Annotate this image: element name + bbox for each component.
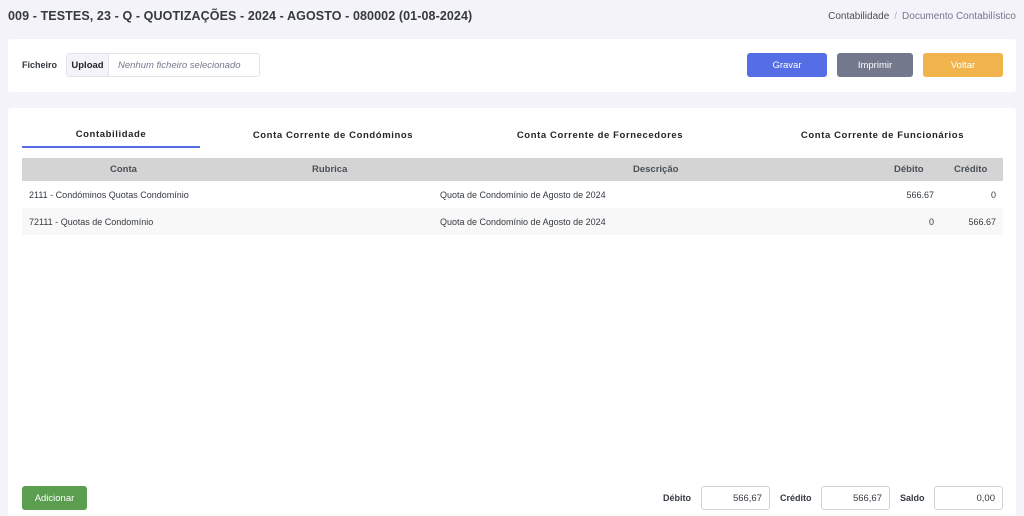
file-actions-card: Ficheiro Upload Nenhum ficheiro selecion… [8, 39, 1016, 92]
cell-debito: 0 [928, 217, 934, 227]
total-credito-field[interactable]: 566,67 [821, 486, 890, 510]
gravar-button[interactable]: Gravar [747, 53, 827, 77]
tab-contabilidade[interactable]: Contabilidade [22, 122, 200, 148]
tab-conta-corrente-fornecedores[interactable]: Conta Corrente de Fornecedores [488, 122, 712, 148]
page-title: 009 - TESTES, 23 - Q - QUOTIZAÇÕES - 202… [8, 9, 473, 23]
tab-conta-corrente-condominos[interactable]: Conta Corrente de Condóminos [222, 122, 444, 148]
saldo-field[interactable]: 0,00 [934, 486, 1003, 510]
cell-descricao: Quota de Condomínio de Agosto de 2024 [440, 217, 606, 227]
cell-descricao: Quota de Condomínio de Agosto de 2024 [440, 190, 606, 200]
cell-conta: 2111 - Condóminos Quotas Condomínio [29, 190, 189, 200]
breadcrumb-separator: / [894, 11, 898, 22]
imprimir-button[interactable]: Imprimir [837, 53, 913, 77]
table-row[interactable]: 72111 - Quotas de Condomínio Quota de Co… [22, 208, 1003, 235]
cell-conta: 72111 - Quotas de Condomínio [29, 217, 154, 227]
cell-credito: 0 [990, 190, 996, 200]
total-debito-field[interactable]: 566,67 [701, 486, 770, 510]
tab-conta-corrente-funcionarios[interactable]: Conta Corrente de Funcionários [762, 122, 1003, 148]
voltar-button[interactable]: Voltar [923, 53, 1003, 77]
saldo-label: Saldo [900, 493, 925, 503]
breadcrumb: Contabilidade / Documento Contabilístico [828, 11, 1016, 22]
column-header-rubrica[interactable]: Rubrica [312, 164, 347, 175]
breadcrumb-item-current: Documento Contabilístico [902, 11, 1016, 22]
column-header-conta[interactable]: Conta [110, 164, 137, 175]
entries-table: Conta Rubrica Descrição Débito Crédito 2… [22, 158, 1003, 235]
column-header-descricao[interactable]: Descrição [633, 164, 678, 175]
table-header: Conta Rubrica Descrição Débito Crédito [22, 158, 1003, 181]
column-header-credito[interactable]: Crédito [954, 164, 987, 175]
breadcrumb-item-contabilidade[interactable]: Contabilidade [828, 11, 889, 22]
cell-debito: 566.67 [906, 190, 934, 200]
upload-button[interactable]: Upload [67, 54, 109, 76]
column-header-debito[interactable]: Débito [894, 164, 924, 175]
total-credito-label: Crédito [780, 493, 812, 503]
main-card: Contabilidade Conta Corrente de Condómin… [8, 108, 1016, 516]
tab-bar: Contabilidade Conta Corrente de Condómin… [22, 122, 1003, 148]
file-input[interactable]: Upload Nenhum ficheiro selecionado [66, 53, 260, 77]
file-label: Ficheiro [22, 60, 58, 70]
total-debito-label: Débito [663, 493, 691, 503]
adicionar-button[interactable]: Adicionar [22, 486, 87, 510]
table-row[interactable]: 2111 - Condóminos Quotas Condomínio Quot… [22, 181, 1003, 208]
file-name-display: Nenhum ficheiro selecionado [109, 54, 259, 76]
cell-credito: 566.67 [968, 217, 996, 227]
